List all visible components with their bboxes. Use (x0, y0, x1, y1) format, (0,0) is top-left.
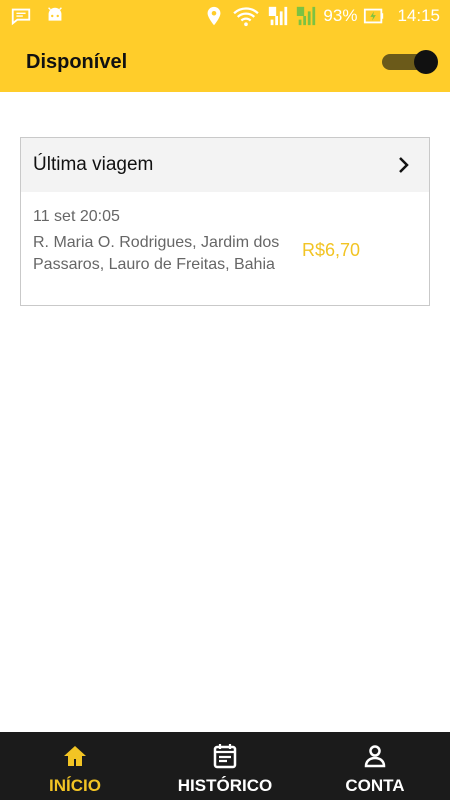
chat-bubble-icon (11, 8, 31, 26)
battery-percentage: 93% (323, 6, 358, 25)
page-title: Disponível (26, 51, 128, 73)
android-icon (48, 7, 62, 21)
battery-charging-icon (364, 8, 384, 24)
last-trip-card: Última viagem 11 set 20:05 R. Maria O. R… (20, 137, 430, 306)
location-icon (208, 6, 221, 26)
nav-item-inicio[interactable]: INÍCIO (0, 732, 150, 800)
nav-label-historico: HISTÓRICO (177, 776, 273, 795)
last-trip-header[interactable]: Última viagem (21, 138, 429, 192)
status-left (10, 5, 66, 27)
last-trip-title: Última viagem (33, 154, 154, 175)
calendar-icon (213, 744, 237, 769)
wifi-icon (233, 7, 260, 27)
trip-date: 11 set 20:05 (33, 208, 120, 225)
home-icon (64, 746, 86, 766)
nav-label-conta: CONTA (345, 776, 405, 795)
status-right: 93% 14:15 (203, 5, 440, 27)
nav-label-inicio: INÍCIO (49, 776, 101, 795)
toggle-thumb (414, 50, 438, 74)
status-bar: 93% 14:15 (0, 0, 450, 34)
nav-item-historico[interactable]: HISTÓRICO (150, 732, 300, 800)
availability-toggle[interactable] (382, 48, 442, 76)
nav-item-conta[interactable]: CONTA (300, 732, 450, 800)
trip-address: R. Maria O. Rodrigues, Jardim dos Passar… (33, 234, 280, 273)
chevron-right-icon (399, 157, 409, 173)
clock: 14:15 (397, 6, 440, 25)
last-trip-body: 11 set 20:05 R. Maria O. Rodrigues, Jard… (21, 192, 429, 306)
bottom-navigation: INÍCIO HISTÓRICO CONTA (0, 732, 450, 800)
signal-sim1-icon (269, 6, 288, 26)
trip-price: R$6,70 (302, 240, 361, 260)
signal-sim2-icon (297, 6, 316, 26)
app-bar: Disponível (0, 34, 450, 92)
person-icon (364, 745, 386, 768)
